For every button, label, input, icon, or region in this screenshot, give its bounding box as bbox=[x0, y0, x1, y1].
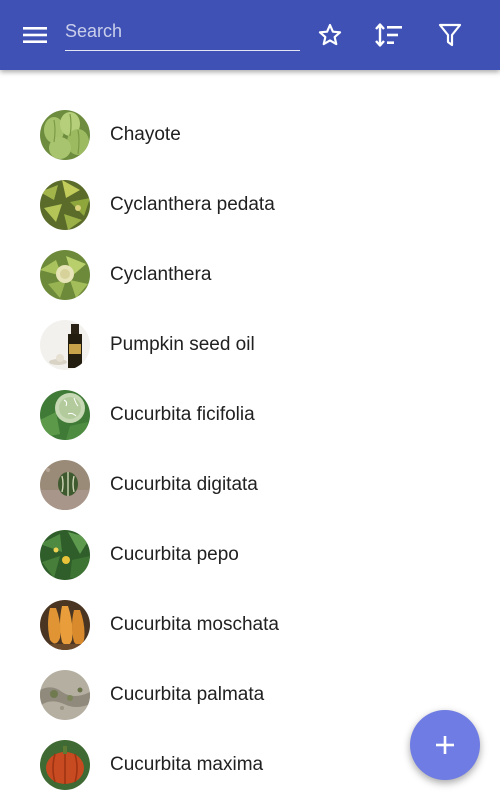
hamburger-menu-icon bbox=[23, 27, 47, 43]
list-item[interactable]: Pumpkin seed oil bbox=[0, 310, 500, 380]
list-item-label: Cucurbita pepo bbox=[110, 544, 239, 565]
list-item-label: Cucurbita moschata bbox=[110, 614, 279, 635]
list-item-label: Cucurbita ficifolia bbox=[110, 404, 255, 425]
cucurbita-moschata-thumbnail bbox=[40, 600, 90, 650]
list-item[interactable]: Cucurbita digitata bbox=[0, 450, 500, 520]
plus-icon bbox=[436, 736, 454, 754]
plant-list: Chayote Cyclanthera pedata Cyclanthera P… bbox=[0, 100, 500, 800]
star-icon bbox=[318, 23, 342, 46]
list-item-label: Cyclanthera bbox=[110, 264, 212, 285]
cucurbita-digitata-thumbnail bbox=[40, 460, 90, 510]
app-screen: Chayote Cyclanthera pedata bbox=[0, 0, 500, 800]
add-button[interactable] bbox=[410, 710, 480, 780]
cucurbita-pepo-thumbnail bbox=[40, 530, 90, 580]
favorites-button[interactable] bbox=[310, 15, 350, 55]
filter-icon bbox=[438, 23, 462, 47]
list-item-label: Cucurbita palmata bbox=[110, 684, 265, 705]
app-bar bbox=[0, 0, 500, 70]
list-item[interactable]: Cyclanthera bbox=[0, 240, 500, 310]
cyclanthera-pedata-thumbnail bbox=[40, 180, 90, 230]
list-item[interactable]: Cucurbita moschata bbox=[0, 590, 500, 660]
list-item[interactable]: Cucurbita ficifolia bbox=[0, 380, 500, 450]
cucurbita-palmata-thumbnail bbox=[40, 670, 90, 720]
list-item-label: Chayote bbox=[110, 124, 181, 145]
list-item-label: Cucurbita digitata bbox=[110, 474, 258, 495]
list-item-label: Cucurbita maxima bbox=[110, 754, 264, 775]
cucurbita-ficifolia-thumbnail bbox=[40, 390, 90, 440]
list-item[interactable]: Chayote bbox=[0, 100, 500, 170]
cyclanthera-thumbnail bbox=[40, 250, 90, 300]
pumpkin-seed-oil-thumbnail bbox=[40, 320, 90, 370]
menu-button[interactable] bbox=[14, 17, 56, 53]
list-item[interactable]: Cyclanthera pedata bbox=[0, 170, 500, 240]
sort-button[interactable] bbox=[369, 15, 409, 55]
cucurbita-maxima-thumbnail bbox=[40, 740, 90, 790]
sort-icon bbox=[375, 23, 402, 47]
list-item-label: Cyclanthera pedata bbox=[110, 194, 275, 215]
search-input[interactable] bbox=[65, 16, 300, 46]
list-item[interactable]: Cucurbita pepo bbox=[0, 520, 500, 590]
search-field bbox=[65, 14, 300, 51]
filter-button[interactable] bbox=[430, 15, 470, 55]
list-item-label: Pumpkin seed oil bbox=[110, 334, 255, 355]
chayote-thumbnail bbox=[40, 110, 90, 160]
